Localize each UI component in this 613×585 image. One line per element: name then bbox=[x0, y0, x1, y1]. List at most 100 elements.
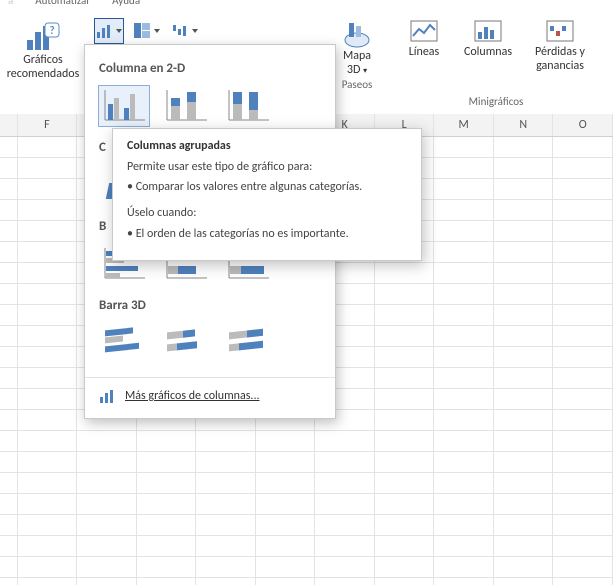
cell[interactable] bbox=[494, 137, 554, 158]
sparkline-winloss-button[interactable]: Pérdidas y ganancias bbox=[528, 18, 592, 74]
cell[interactable] bbox=[256, 452, 316, 473]
cell[interactable] bbox=[494, 221, 554, 242]
cell[interactable] bbox=[18, 536, 78, 557]
cell[interactable] bbox=[77, 557, 137, 578]
cell[interactable] bbox=[375, 326, 435, 347]
cell[interactable] bbox=[553, 410, 613, 431]
cell[interactable] bbox=[553, 515, 613, 536]
cell[interactable] bbox=[0, 179, 18, 200]
cell[interactable] bbox=[0, 494, 18, 515]
cell[interactable] bbox=[196, 494, 256, 515]
col-header[interactable]: F bbox=[18, 114, 78, 136]
slicer-button[interactable]: Segme de d bbox=[608, 18, 613, 74]
cell[interactable] bbox=[494, 578, 554, 585]
cell[interactable] bbox=[553, 389, 613, 410]
cell[interactable] bbox=[434, 515, 494, 536]
cell[interactable] bbox=[18, 158, 78, 179]
cell[interactable] bbox=[375, 347, 435, 368]
stacked-bar-100-3d[interactable] bbox=[223, 323, 273, 363]
cell[interactable] bbox=[434, 263, 494, 284]
grid-row[interactable] bbox=[0, 494, 613, 515]
cell[interactable] bbox=[77, 431, 137, 452]
stacked-bar-3d[interactable] bbox=[161, 323, 211, 363]
cell[interactable] bbox=[137, 473, 197, 494]
cell[interactable] bbox=[137, 536, 197, 557]
cell[interactable] bbox=[553, 347, 613, 368]
cell[interactable] bbox=[553, 326, 613, 347]
stacked-column-100-2d[interactable] bbox=[223, 86, 273, 126]
cell[interactable] bbox=[0, 431, 18, 452]
grid-row[interactable] bbox=[0, 578, 613, 585]
cell[interactable] bbox=[137, 452, 197, 473]
cell[interactable] bbox=[553, 536, 613, 557]
cell[interactable] bbox=[494, 389, 554, 410]
cell[interactable] bbox=[434, 389, 494, 410]
cell[interactable] bbox=[0, 557, 18, 578]
cell[interactable] bbox=[256, 494, 316, 515]
cell[interactable] bbox=[0, 284, 18, 305]
waterfall-chart-dropdown[interactable] bbox=[170, 18, 200, 44]
cell[interactable] bbox=[494, 431, 554, 452]
cell[interactable] bbox=[375, 305, 435, 326]
cell[interactable] bbox=[18, 557, 78, 578]
cell[interactable] bbox=[77, 452, 137, 473]
cell[interactable] bbox=[375, 494, 435, 515]
cell[interactable] bbox=[0, 221, 18, 242]
cell[interactable] bbox=[18, 200, 78, 221]
cell[interactable] bbox=[375, 368, 435, 389]
cell[interactable] bbox=[18, 221, 78, 242]
cell[interactable] bbox=[0, 515, 18, 536]
cell[interactable] bbox=[196, 473, 256, 494]
cell[interactable] bbox=[0, 200, 18, 221]
cell[interactable] bbox=[375, 578, 435, 585]
menu-item-ayuda[interactable]: Ayuda bbox=[112, 0, 140, 7]
cell[interactable] bbox=[196, 452, 256, 473]
cell[interactable] bbox=[434, 326, 494, 347]
cell[interactable] bbox=[18, 431, 78, 452]
clustered-column-2d[interactable] bbox=[99, 86, 149, 126]
cell[interactable] bbox=[315, 494, 375, 515]
sparkline-column-button[interactable]: Columnas bbox=[458, 18, 518, 60]
sparkline-line-button[interactable]: Líneas bbox=[400, 18, 448, 60]
cell[interactable] bbox=[375, 557, 435, 578]
cell[interactable] bbox=[494, 347, 554, 368]
cell[interactable] bbox=[553, 431, 613, 452]
cell[interactable] bbox=[375, 389, 435, 410]
cell[interactable] bbox=[553, 263, 613, 284]
cell[interactable] bbox=[315, 452, 375, 473]
cell[interactable] bbox=[18, 452, 78, 473]
cell[interactable] bbox=[77, 515, 137, 536]
cell[interactable] bbox=[137, 515, 197, 536]
cell[interactable] bbox=[315, 431, 375, 452]
cell[interactable] bbox=[375, 536, 435, 557]
cell[interactable] bbox=[434, 158, 494, 179]
cell[interactable] bbox=[0, 473, 18, 494]
cell[interactable] bbox=[0, 410, 18, 431]
cell[interactable] bbox=[315, 473, 375, 494]
cell[interactable] bbox=[18, 179, 78, 200]
cell[interactable] bbox=[434, 137, 494, 158]
cell[interactable] bbox=[18, 305, 78, 326]
col-header[interactable]: N bbox=[494, 114, 554, 136]
cell[interactable] bbox=[375, 473, 435, 494]
cell[interactable] bbox=[315, 515, 375, 536]
cell[interactable] bbox=[375, 284, 435, 305]
grid-row[interactable] bbox=[0, 473, 613, 494]
cell[interactable] bbox=[434, 452, 494, 473]
col-header[interactable]: M bbox=[434, 114, 494, 136]
cell[interactable] bbox=[18, 326, 78, 347]
grid-row[interactable] bbox=[0, 557, 613, 578]
cell[interactable] bbox=[375, 431, 435, 452]
map-3d-button[interactable]: Mapa 3D ▾ bbox=[330, 18, 384, 78]
grid-row[interactable] bbox=[0, 515, 613, 536]
cell[interactable] bbox=[0, 137, 18, 158]
clustered-bar-3d[interactable] bbox=[99, 323, 149, 363]
cell[interactable] bbox=[375, 452, 435, 473]
cell[interactable] bbox=[553, 578, 613, 585]
cell[interactable] bbox=[18, 494, 78, 515]
hierarchy-chart-dropdown[interactable] bbox=[132, 18, 162, 44]
cell[interactable] bbox=[434, 578, 494, 585]
recommended-charts-button[interactable]: ? Gráficos recomendados bbox=[8, 18, 78, 82]
cell[interactable] bbox=[77, 494, 137, 515]
col-header[interactable]: E bbox=[0, 114, 18, 136]
